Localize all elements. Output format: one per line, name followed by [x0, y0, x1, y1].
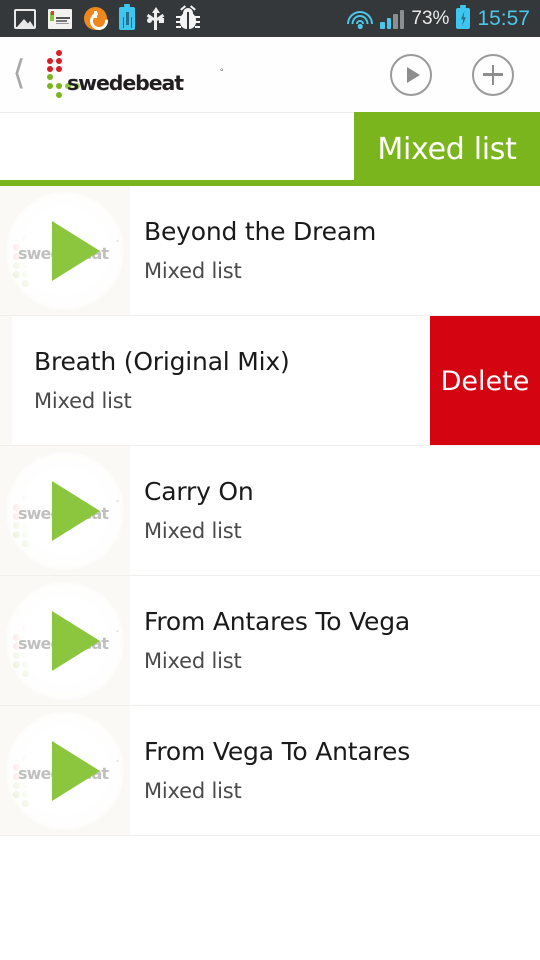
- plus-circle-icon[interactable]: [472, 53, 514, 96]
- track-meta: Beyond the Dream Mixed list: [130, 186, 540, 315]
- play-circle-icon[interactable]: [390, 53, 432, 96]
- brand-wordmark: swedebeat: [67, 71, 184, 95]
- wifi-icon: [347, 9, 374, 29]
- status-bar: 73% 15:57: [0, 0, 540, 37]
- screenshot-icon: [48, 8, 72, 29]
- status-bar-right-icons: 73% 15:57: [347, 5, 530, 31]
- play-triangle-icon[interactable]: [52, 740, 100, 801]
- track-title: Carry On: [144, 477, 254, 507]
- track-thumbnail[interactable]: swedebeat °: [0, 576, 130, 705]
- thumbnail-watermark-registered: °: [116, 760, 119, 767]
- brand-logo: swedebeat °: [38, 37, 288, 112]
- track-meta: From Antares To Vega Mixed list: [130, 576, 540, 705]
- track-title: From Vega To Antares: [144, 737, 411, 767]
- status-bar-left-icons: [14, 4, 347, 31]
- track-subtitle: Mixed list: [144, 648, 242, 673]
- track-row[interactable]: swedebeat ° Carry On Mixed list: [0, 446, 540, 576]
- track-subtitle: Mixed list: [144, 518, 242, 543]
- delete-button[interactable]: Delete: [430, 316, 540, 445]
- track-thumbnail[interactable]: swedebeat °: [0, 446, 130, 575]
- usb-icon: [147, 6, 164, 31]
- track-list[interactable]: swedebeat ° Beyond the Dream Mixed list …: [0, 186, 540, 960]
- tab-mixed-list[interactable]: Mixed list: [354, 112, 540, 186]
- thumbnail-watermark-registered: °: [116, 240, 119, 247]
- play-triangle-icon[interactable]: [52, 610, 100, 671]
- track-row[interactable]: swedebeat ° Beyond the Dream Mixed list: [0, 186, 540, 316]
- signal-bars-icon: [380, 9, 404, 29]
- track-thumbnail[interactable]: swedebeat °: [0, 706, 130, 835]
- swipe-left-edge: [0, 316, 12, 445]
- play-triangle-icon[interactable]: [52, 480, 100, 541]
- tab-bar: Mixed list: [0, 112, 540, 186]
- thumbnail-watermark-registered: °: [116, 630, 119, 637]
- debug-bug-icon: [176, 4, 200, 30]
- battery-percent-label: 73%: [411, 7, 450, 29]
- battery-charging-icon: [456, 5, 471, 29]
- track-row[interactable]: swedebeat ° From Antares To Vega Mixed l…: [0, 576, 540, 706]
- track-row[interactable]: swedebeat ° From Vega To Antares Mixed l…: [0, 706, 540, 836]
- track-thumbnail[interactable]: swedebeat °: [0, 186, 130, 315]
- track-subtitle: Mixed list: [144, 258, 242, 283]
- clock-label: 15:57: [477, 6, 530, 30]
- app-header: ⟨ swedebeat °: [0, 37, 540, 112]
- sync-circle-icon: [84, 7, 107, 30]
- usb-battery-icon: [119, 4, 135, 30]
- play-triangle-icon[interactable]: [52, 220, 100, 281]
- tab-empty-area[interactable]: [0, 112, 354, 186]
- chevron-left-icon[interactable]: ⟨: [0, 37, 38, 112]
- thumbnail-watermark-registered: °: [116, 500, 119, 507]
- header-actions: [390, 53, 540, 96]
- track-meta: From Vega To Antares Mixed list: [130, 706, 540, 835]
- brand-registered-mark: °: [220, 67, 224, 77]
- track-row[interactable]: swedebeat ° Breath (Original Mix) Mixed …: [0, 316, 540, 446]
- gallery-icon: [14, 8, 36, 29]
- track-meta: Carry On Mixed list: [130, 446, 540, 575]
- track-title: From Antares To Vega: [144, 607, 411, 637]
- track-title: Beyond the Dream: [144, 217, 377, 247]
- track-subtitle: Mixed list: [144, 778, 242, 803]
